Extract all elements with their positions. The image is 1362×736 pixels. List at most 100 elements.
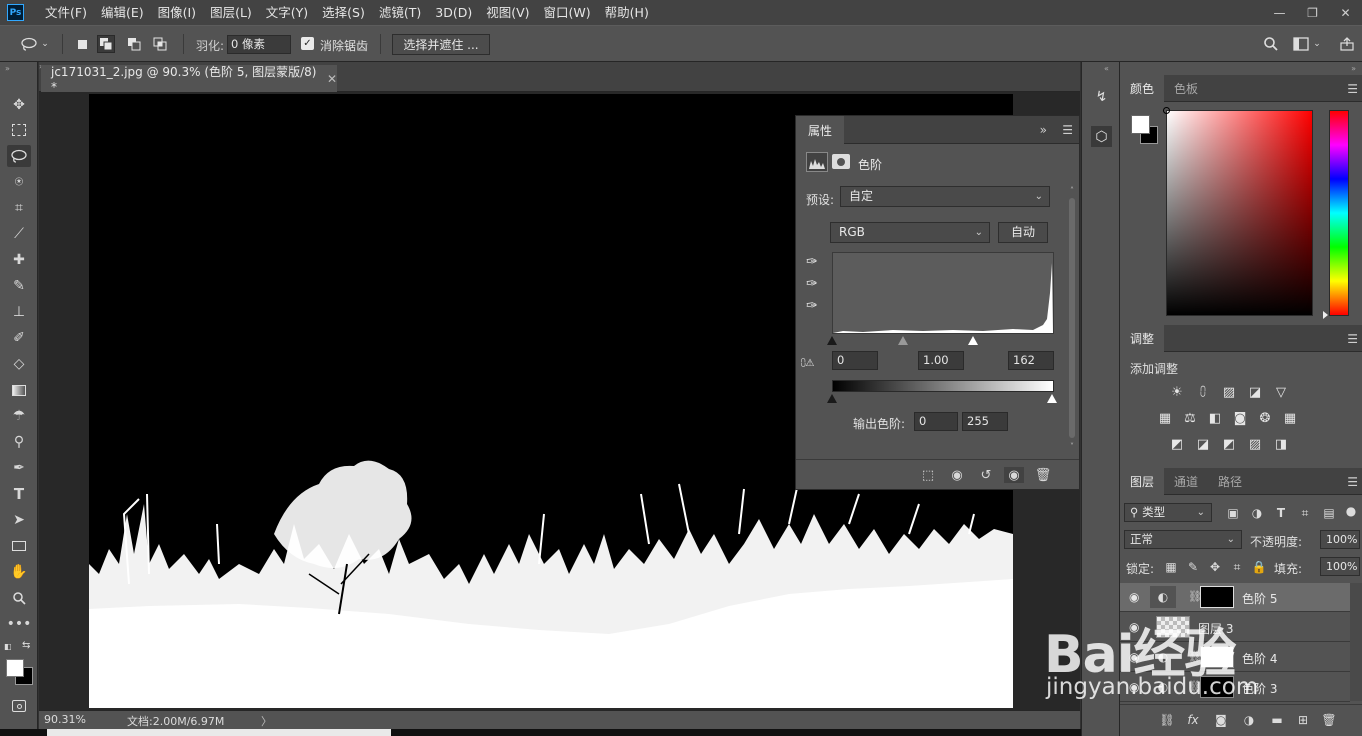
channel-mixer-icon[interactable]: ❂ <box>1256 410 1274 426</box>
brightness-contrast-icon[interactable]: ☀ <box>1168 384 1186 400</box>
visibility-eye-icon[interactable]: ◉ <box>1129 680 1139 694</box>
lock-pixels-icon[interactable]: ✎ <box>1184 559 1202 575</box>
output-white-field[interactable]: 255 <box>962 412 1008 431</box>
crop-tool-icon[interactable]: ⌗ <box>7 197 31 219</box>
clip-to-layer-icon[interactable]: ⬚ <box>918 467 938 483</box>
auto-button[interactable]: 自动 <box>998 222 1048 243</box>
delete-layer-icon[interactable]: 🗑 <box>1320 712 1338 728</box>
hue-slider-handle[interactable] <box>1323 311 1328 319</box>
collapse-icon[interactable]: » <box>5 64 10 73</box>
new-selection-icon[interactable] <box>73 35 91 53</box>
filter-pixel-icon[interactable]: ▣ <box>1224 505 1242 521</box>
intersect-selection-icon[interactable] <box>151 35 169 53</box>
lock-position-icon[interactable]: ✥ <box>1206 559 1224 575</box>
vibrance-icon[interactable]: ▽ <box>1272 384 1290 400</box>
output-black-field[interactable]: 0 <box>914 412 958 431</box>
share-icon[interactable] <box>1338 35 1356 53</box>
expand-icon[interactable]: « <box>1104 64 1109 73</box>
gradient-map-icon[interactable]: ◨ <box>1272 436 1290 452</box>
gray-point-eyedropper-icon[interactable]: ✑ <box>806 276 818 292</box>
lasso-tool-preset-icon[interactable] <box>20 35 38 53</box>
path-selection-icon[interactable]: ➤ <box>7 509 31 531</box>
blur-icon[interactable]: ☂ <box>7 405 31 427</box>
add-mask-icon[interactable]: ◙ <box>1212 712 1230 728</box>
menu-window[interactable]: 窗口(W) <box>537 0 598 25</box>
zoom-level-field[interactable]: 90.31% <box>44 713 86 726</box>
search-icon[interactable] <box>1262 35 1280 53</box>
tab-paths[interactable]: 路径 <box>1208 468 1252 495</box>
collapse-icon[interactable]: » <box>1351 64 1356 73</box>
fx-icon[interactable]: fx <box>1184 712 1202 728</box>
select-and-mask-button[interactable]: 选择并遮住 ... <box>392 34 490 55</box>
preset-dropdown[interactable]: 自定 ⌄ <box>840 186 1050 207</box>
filter-toggle-icon[interactable]: ● <box>1342 503 1360 519</box>
pen-icon[interactable]: ✒ <box>7 457 31 479</box>
layer-row[interactable]: ◉ ◐ ⛓ 色阶 4 <box>1120 643 1350 672</box>
blend-mode-dropdown[interactable]: 正常 ⌄ <box>1124 530 1242 549</box>
quick-selection-icon[interactable]: ⍟ <box>7 171 31 193</box>
layer-name[interactable]: 色阶 3 <box>1242 680 1277 697</box>
filter-type-icon[interactable]: T <box>1272 505 1290 521</box>
zoom-tool-icon[interactable] <box>7 587 31 609</box>
lasso-tool-icon[interactable] <box>7 145 31 167</box>
input-black-slider[interactable] <box>827 336 837 345</box>
hue-slider[interactable] <box>1329 110 1349 316</box>
document-tab[interactable]: jc171031_2.jpg @ 90.3% (色阶 5, 图层蒙版/8) * … <box>41 65 337 94</box>
hand-tool-icon[interactable]: ✋ <box>7 561 31 583</box>
history-icon[interactable]: ↯ <box>1091 86 1112 107</box>
layer-name[interactable]: 图层 3 <box>1198 620 1233 637</box>
history-brush-icon[interactable]: ✐ <box>7 327 31 349</box>
subtract-from-selection-icon[interactable] <box>125 35 143 53</box>
menu-3d[interactable]: 3D(D) <box>428 0 479 25</box>
exposure-icon[interactable]: ◪ <box>1246 384 1264 400</box>
visibility-eye-icon[interactable]: ◉ <box>1004 467 1024 483</box>
menu-select[interactable]: 选择(S) <box>315 0 372 25</box>
menu-view[interactable]: 视图(V) <box>479 0 536 25</box>
levels-icon[interactable]: ⩇ <box>1194 384 1212 400</box>
eyedropper-icon[interactable]: ⟋ <box>7 223 31 245</box>
black-white-icon[interactable]: ◧ <box>1206 410 1224 426</box>
layer-row[interactable]: ◉ 图层 3 <box>1120 613 1350 642</box>
foreground-color-swatch[interactable] <box>6 659 24 677</box>
input-white-field[interactable]: 162 <box>1008 351 1054 370</box>
levels-adjustment-icon[interactable] <box>806 152 828 172</box>
clipping-warning-icon[interactable]: ⩇⚠ <box>801 358 815 369</box>
output-black-slider[interactable] <box>827 394 837 403</box>
menu-image[interactable]: 图像(I) <box>151 0 203 25</box>
rectangle-tool-icon[interactable] <box>7 535 31 557</box>
delete-icon[interactable]: 🗑 <box>1033 467 1053 483</box>
input-gamma-field[interactable]: 1.00 <box>918 351 964 370</box>
add-to-selection-icon[interactable] <box>97 35 115 53</box>
dodge-icon[interactable]: ⚲ <box>7 431 31 453</box>
tab-adjustments[interactable]: 调整 <box>1120 325 1165 352</box>
menu-layer[interactable]: 图层(L) <box>203 0 259 25</box>
photo-filter-icon[interactable]: ◙ <box>1231 410 1249 426</box>
collapse-panel-icon[interactable]: » <box>1040 123 1047 137</box>
hue-saturation-icon[interactable]: ▦ <box>1156 410 1174 426</box>
view-previous-state-icon[interactable]: ◉ <box>947 467 967 483</box>
default-colors-icon[interactable]: ◧ <box>4 642 12 651</box>
color-balance-icon[interactable]: ⚖ <box>1181 410 1199 426</box>
layer-row[interactable]: ◉ ◐ ⛓ 色阶 5 <box>1120 583 1350 612</box>
workspace-icon[interactable] <box>1292 35 1310 53</box>
layer-mask-icon[interactable] <box>832 154 850 169</box>
tab-layers[interactable]: 图层 <box>1120 468 1165 495</box>
posterize-icon[interactable]: ◪ <box>1194 436 1212 452</box>
lock-transparency-icon[interactable]: ▦ <box>1162 559 1180 575</box>
reset-icon[interactable]: ↺ <box>976 467 996 483</box>
layer-mask-thumbnail[interactable] <box>1200 586 1234 608</box>
menu-file[interactable]: 文件(F) <box>38 0 94 25</box>
channel-dropdown[interactable]: RGB ⌄ <box>830 222 990 243</box>
close-icon[interactable]: ✕ <box>327 72 337 86</box>
tab-properties[interactable]: 属性 <box>796 116 844 144</box>
menu-type[interactable]: 文字(Y) <box>259 0 315 25</box>
layer-thumbnail[interactable] <box>1156 616 1190 638</box>
layer-mask-thumbnail[interactable] <box>1200 646 1234 668</box>
marquee-tool-icon[interactable] <box>7 119 31 141</box>
quick-mask-icon[interactable] <box>7 695 31 717</box>
status-menu-arrow[interactable]: 〉 <box>261 713 272 729</box>
lock-artboard-icon[interactable]: ⌗ <box>1228 559 1246 575</box>
output-white-slider[interactable] <box>1047 394 1057 403</box>
antialias-checkbox[interactable]: ✓ <box>301 37 314 50</box>
curves-icon[interactable]: ▨ <box>1220 384 1238 400</box>
